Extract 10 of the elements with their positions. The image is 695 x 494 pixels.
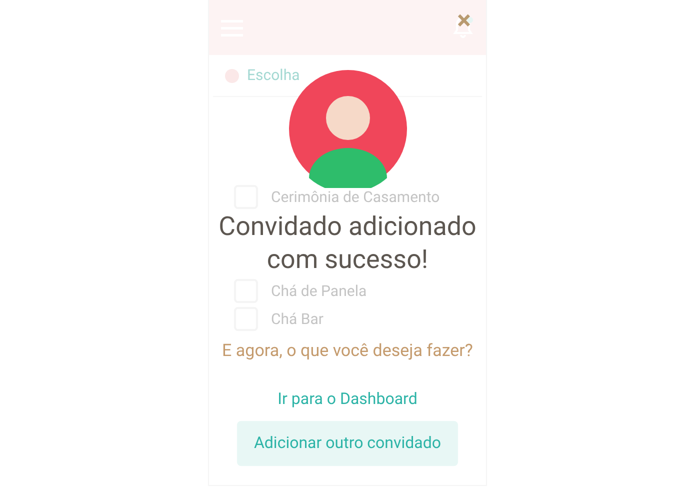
event-label: Chá Bar — [271, 308, 324, 330]
notice-text: Escolha — [247, 65, 300, 86]
event-label: Cerimônia de Casamento — [271, 186, 440, 208]
question-text: E agora, o que você deseja fazer? — [222, 340, 473, 363]
event-label: Chá de Panela — [271, 280, 367, 302]
success-title: Convidado adicionado com sucesso! — [218, 211, 478, 277]
bell-icon[interactable] — [452, 16, 474, 40]
add-guest-button[interactable]: Adicionar outro convidado — [237, 420, 458, 466]
dashboard-link[interactable]: Ir para o Dashboard — [278, 386, 418, 410]
close-button[interactable]: × — [454, 6, 474, 36]
